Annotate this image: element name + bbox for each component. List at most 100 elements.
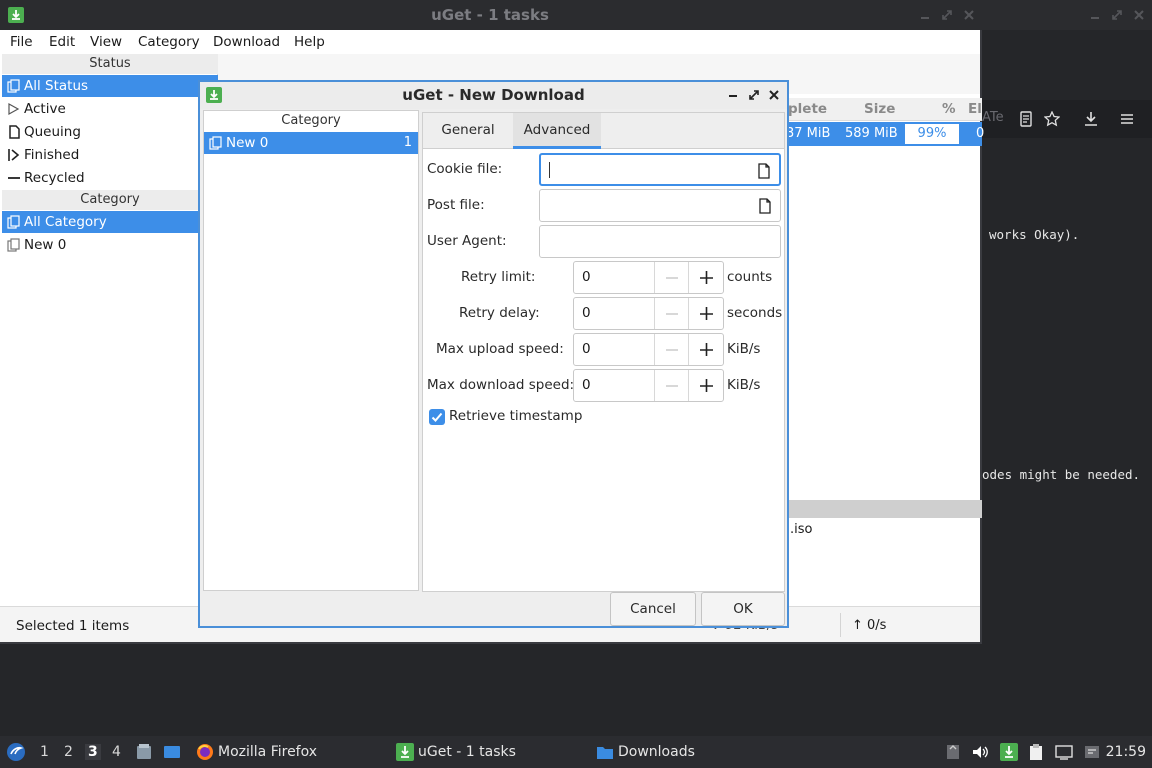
pane-splitter[interactable] — [782, 500, 982, 518]
menu-category[interactable]: Category — [138, 34, 200, 50]
increment-button[interactable] — [688, 298, 723, 329]
text-cursor — [549, 162, 550, 178]
desktop-icon[interactable] — [163, 743, 181, 761]
post-file-input[interactable] — [539, 189, 781, 222]
sidebar-item-new-0[interactable]: New 0 — [2, 234, 218, 256]
status-header: Status — [2, 54, 218, 74]
cookie-file-input[interactable] — [539, 153, 781, 186]
clock[interactable]: 21:59 — [1106, 744, 1146, 760]
maximize-icon[interactable] — [940, 8, 954, 22]
volume-icon[interactable] — [971, 743, 989, 761]
reader-view-icon[interactable] — [1018, 111, 1034, 127]
uget-tray-icon[interactable] — [1000, 743, 1018, 761]
cancel-button[interactable]: Cancel — [610, 592, 696, 626]
bg-minimize-icon[interactable] — [1088, 8, 1102, 22]
category-count: 1 — [403, 135, 412, 150]
task-label: Downloads — [618, 744, 695, 760]
menu-download[interactable]: Download — [213, 34, 280, 50]
tab-general[interactable]: General — [423, 113, 513, 149]
workspace-4[interactable]: 4 — [112, 744, 121, 760]
minimize-icon[interactable] — [726, 88, 740, 102]
dialog-titlebar[interactable]: uGet - New Download — [200, 82, 787, 109]
task-uget[interactable]: uGet - 1 tasks — [394, 736, 516, 768]
sidebar-item-active[interactable]: Active — [2, 98, 218, 120]
file-name-fragment: .iso — [790, 522, 813, 537]
column-header-size[interactable]: Size — [864, 101, 895, 117]
column-header-percent[interactable]: % — [942, 101, 956, 117]
selected-count: Selected 1 items — [16, 618, 130, 634]
sidebar-item-all-status[interactable]: All Status — [2, 75, 218, 97]
menu-edit[interactable]: Edit — [49, 34, 75, 50]
downloads-icon[interactable] — [1083, 111, 1099, 127]
column-header-elapsed[interactable]: El — [968, 101, 982, 117]
task-downloads[interactable]: Downloads — [594, 736, 695, 768]
tab-advanced[interactable]: Advanced — [513, 113, 601, 149]
sidebar-item-label: Queuing — [24, 124, 81, 140]
table-row[interactable]: 37 MiB 589 MiB 99% 0 — [782, 122, 984, 146]
hamburger-menu-icon[interactable] — [1119, 111, 1135, 127]
terminal-text-line: odes might be needed. — [982, 467, 1141, 482]
decrement-button[interactable] — [654, 298, 688, 329]
increment-button[interactable] — [688, 334, 723, 365]
firefox-toolbar-fragment — [982, 100, 1152, 138]
workspace-2[interactable]: 2 — [64, 744, 73, 760]
clipboard-icon[interactable] — [1027, 743, 1045, 761]
download-list-header: plete Size % El — [782, 98, 982, 121]
sidebar-item-recycled[interactable]: Recycled — [2, 167, 218, 189]
menu-help[interactable]: Help — [294, 34, 325, 50]
retry-limit-spinner[interactable]: 0 — [573, 261, 724, 294]
category-item-new-0[interactable]: New 0 1 — [204, 132, 418, 154]
upload-speed: ↑ 0/s — [852, 618, 887, 633]
decrement-button[interactable] — [654, 370, 688, 401]
close-icon[interactable] — [962, 8, 976, 22]
sidebar-item-queuing[interactable]: Queuing — [2, 121, 218, 143]
file-browse-icon[interactable] — [757, 163, 771, 179]
increment-button[interactable] — [688, 370, 723, 401]
task-label: uGet - 1 tasks — [418, 744, 516, 760]
removable-media-icon[interactable] — [944, 743, 962, 761]
column-header-complete[interactable]: plete — [788, 101, 827, 117]
retrieve-timestamp-label[interactable]: Retrieve timestamp — [449, 408, 582, 424]
task-label: Mozilla Firefox — [218, 744, 318, 760]
maximize-icon[interactable] — [747, 88, 761, 102]
user-agent-label: User Agent: — [427, 233, 507, 249]
cell-complete: 37 MiB — [786, 126, 831, 141]
decrement-button[interactable] — [654, 334, 688, 365]
main-window-titlebar[interactable]: uGet - 1 tasks — [0, 0, 1152, 30]
sidebar-item-finished[interactable]: Finished — [2, 144, 218, 166]
bg-maximize-icon[interactable] — [1110, 8, 1124, 22]
all-category-icon — [7, 215, 21, 229]
category-header: Category — [204, 111, 418, 131]
workspace-1[interactable]: 1 — [40, 744, 49, 760]
max-download-speed-spinner[interactable]: 0 — [573, 369, 724, 402]
ok-button[interactable]: OK — [701, 592, 785, 626]
max-upload-speed-label: Max upload speed: — [436, 341, 564, 357]
close-icon[interactable] — [767, 88, 781, 102]
decrement-button[interactable] — [654, 262, 688, 293]
notification-icon[interactable] — [1083, 743, 1101, 761]
dialog-settings-panel: General Advanced Cookie file: Post file:… — [422, 112, 785, 592]
sidebar-item-all-category[interactable]: All Category — [2, 211, 218, 233]
menu-view[interactable]: View — [90, 34, 122, 50]
user-agent-input[interactable] — [539, 225, 781, 258]
increment-button[interactable] — [688, 262, 723, 293]
workspace-3[interactable]: 3 — [85, 744, 101, 760]
retry-delay-label: Retry delay: — [459, 305, 540, 321]
menu-file[interactable]: File — [10, 34, 33, 50]
file-browse-icon[interactable] — [758, 198, 772, 214]
max-upload-speed-spinner[interactable]: 0 — [573, 333, 724, 366]
start-menu-icon[interactable] — [6, 742, 26, 762]
retrieve-timestamp-checkbox[interactable] — [429, 409, 445, 425]
file-manager-launcher-icon[interactable] — [135, 743, 153, 761]
bg-close-icon[interactable] — [1132, 8, 1146, 22]
uget-app-icon — [396, 743, 414, 761]
retry-delay-spinner[interactable]: 0 — [573, 297, 724, 330]
bookmark-star-icon[interactable] — [1044, 111, 1060, 127]
minimize-icon[interactable] — [918, 8, 932, 22]
network-icon[interactable] — [1055, 743, 1073, 761]
sidebar-item-label: All Category — [24, 214, 107, 230]
sidebar: Status All Status Active Queuing Finishe… — [2, 54, 218, 604]
firefox-tab-fragment: ATe — [982, 110, 1004, 125]
task-firefox[interactable]: Mozilla Firefox — [194, 736, 317, 768]
queue-icon — [7, 125, 21, 139]
